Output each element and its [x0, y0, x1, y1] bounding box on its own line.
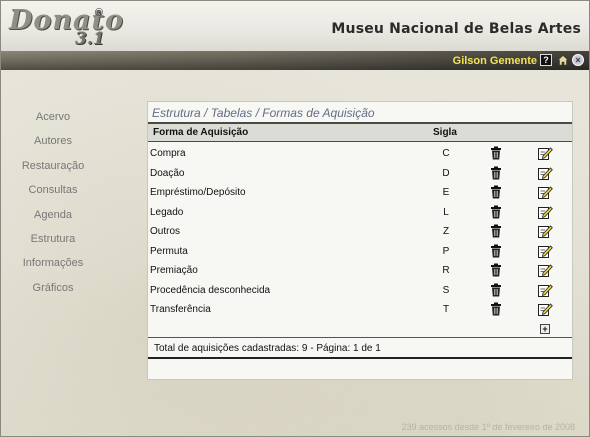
table-row: Doação D [148, 164, 572, 183]
header: Donato 3.1 ® Museu Nacional de Belas Art… [1, 1, 589, 51]
table-row: Transferência T [148, 300, 572, 319]
content-panel: Estrutura / Tabelas / Formas de Aquisiçã… [147, 101, 573, 380]
sidebar-item-agenda[interactable]: Agenda [1, 209, 105, 221]
home-icon[interactable] [557, 54, 569, 66]
user-bar: Gilson Gemente ? × [1, 51, 589, 70]
cell-sigla: L [443, 206, 449, 218]
cell-sigla: R [442, 265, 450, 276]
cell-sigla: S [442, 284, 450, 296]
trash-icon[interactable] [490, 166, 502, 180]
sidebar-item-graficos[interactable]: Gráficos [1, 282, 105, 294]
edit-icon[interactable] [538, 205, 553, 219]
table-row: Compra C [148, 144, 572, 163]
registered-mark: ® [95, 7, 104, 19]
table-row: Procedência desconhecida S [148, 281, 572, 300]
access-counter: 239 acessos desde 1º de fevereiro de 200… [401, 422, 575, 432]
sidebar-item-consultas[interactable]: Consultas [1, 184, 105, 196]
table-row: Empréstimo/Depósito E [148, 183, 572, 202]
trash-icon[interactable] [490, 224, 502, 238]
cell-forma: Permuta [150, 245, 188, 257]
cell-forma: Procedência desconhecida [150, 284, 271, 296]
sidebar-item-acervo[interactable]: Acervo [1, 111, 105, 123]
edit-icon[interactable] [538, 244, 553, 258]
sidebar-item-autores[interactable]: Autores [1, 135, 105, 147]
edit-icon[interactable] [538, 185, 553, 199]
sidebar-item-estrutura[interactable]: Estrutura [1, 233, 105, 245]
trash-icon[interactable] [490, 146, 502, 160]
close-icon[interactable]: × [572, 54, 584, 66]
table-row: Legado L [148, 203, 572, 222]
donato-logo: Donato 3.1 ® [9, 5, 123, 49]
column-header-sigla: Sigla [433, 127, 457, 138]
table-row: Premiação R [148, 261, 572, 280]
cell-forma: Compra [150, 148, 186, 159]
cell-forma: Premiação [150, 265, 198, 276]
footer-summary: Total de aquisições cadastradas: 9 - Pág… [154, 343, 381, 354]
cell-forma: Empréstimo/Depósito [150, 187, 246, 198]
table-row: Outros Z [148, 222, 572, 241]
edit-icon[interactable] [538, 283, 553, 297]
user-name[interactable]: Gilson Gemente [453, 55, 537, 67]
cell-sigla: D [442, 167, 450, 179]
cell-sigla: E [442, 187, 450, 198]
trash-icon[interactable] [490, 185, 502, 199]
table-header: Forma de Aquisição Sigla [148, 124, 572, 141]
trash-icon[interactable] [490, 205, 502, 219]
trash-icon[interactable] [490, 283, 502, 297]
cell-sigla: C [442, 148, 450, 159]
edit-icon[interactable] [538, 166, 553, 180]
logo-text: Donato [9, 5, 125, 36]
column-header-forma: Forma de Aquisição [153, 127, 249, 138]
sidebar-item-informacoes[interactable]: Informações [1, 257, 105, 269]
trash-icon[interactable] [490, 244, 502, 258]
edit-icon[interactable] [538, 302, 553, 316]
footer-divider [148, 337, 572, 338]
cell-sigla: P [442, 245, 450, 257]
help-icon[interactable]: ? [540, 54, 552, 66]
footer-divider [148, 357, 572, 359]
breadcrumb: Estrutura / Tabelas / Formas de Aquisiçã… [152, 106, 375, 120]
cell-forma: Outros [150, 226, 181, 237]
add-icon[interactable]: + [540, 324, 550, 334]
edit-icon[interactable] [538, 146, 553, 160]
cell-forma: Transferência [150, 304, 211, 315]
edit-icon[interactable] [538, 263, 553, 277]
cell-forma: Doação [150, 167, 185, 179]
cell-sigla: T [442, 304, 450, 315]
cell-forma: Legado [150, 206, 184, 218]
cell-sigla: Z [442, 226, 450, 237]
app-frame: Donato 3.1 ® Museu Nacional de Belas Art… [0, 0, 590, 437]
header-divider [148, 141, 572, 142]
trash-icon[interactable] [490, 263, 502, 277]
logo-version: 3.1 [75, 29, 105, 49]
edit-icon[interactable] [538, 224, 553, 238]
museum-title: Museu Nacional de Belas Artes [331, 21, 581, 37]
sidebar-item-restauracao[interactable]: Restauração [1, 160, 105, 172]
table-row: Permuta P [148, 242, 572, 261]
trash-icon[interactable] [490, 302, 502, 316]
